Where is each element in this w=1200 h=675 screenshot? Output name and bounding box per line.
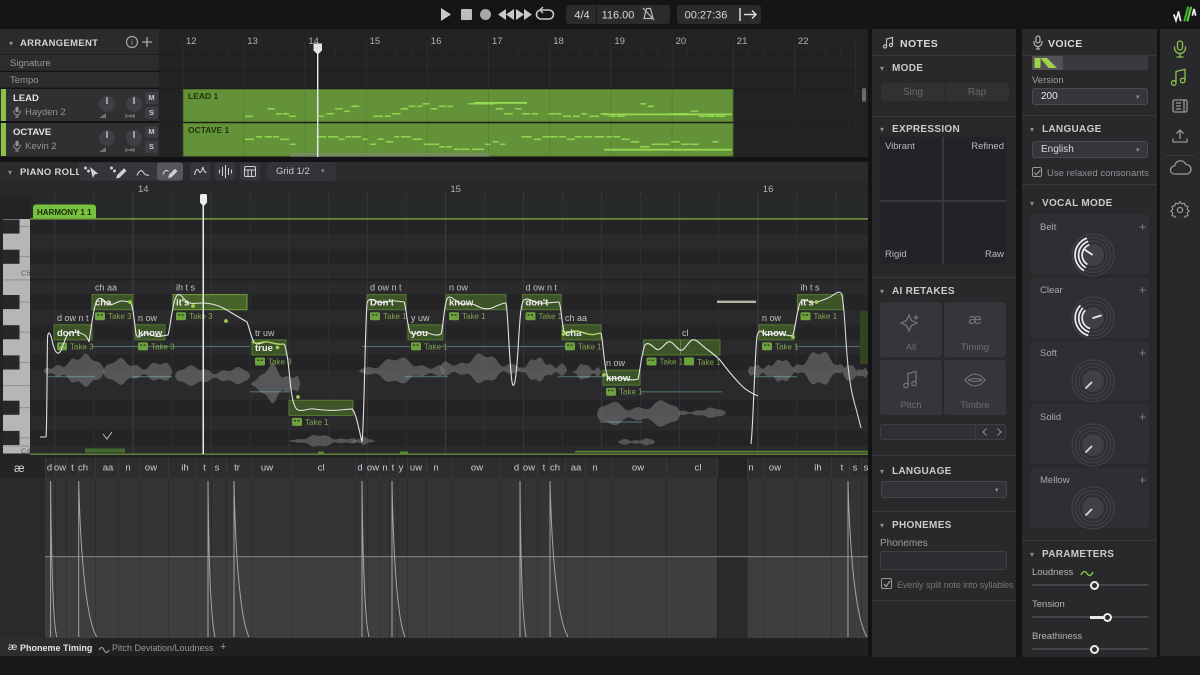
svg-text:Take 1: Take 1 [619,388,643,397]
svg-text:i: i [131,38,133,47]
svg-text:13: 13 [247,36,258,47]
svg-text:Take 1: Take 1 [697,358,721,367]
svg-text:22: 22 [798,36,809,47]
svg-text:uw: uw [410,463,422,474]
svg-text:Take 1: Take 1 [539,312,563,321]
svg-text:Take 3: Take 3 [108,312,132,321]
svg-text:17: 17 [492,36,503,47]
svg-text:n: n [433,463,438,474]
svg-text:n: n [125,463,130,474]
svg-text:Take 3: Take 3 [189,312,213,321]
svg-text:d: d [357,463,362,474]
svg-text:ch aa: ch aa [95,283,117,293]
svg-text:d ow n t: d ow n t [526,283,558,293]
svg-text:ih: ih [181,463,188,474]
svg-text:t: t [543,463,546,474]
svg-text:15: 15 [450,184,461,195]
svg-text:true: true [255,343,273,354]
svg-text:Take 1: Take 1 [578,342,602,351]
svg-text:19: 19 [614,36,625,47]
svg-text:cl: cl [695,463,702,474]
svg-text:00:27:36: 00:27:36 [685,10,728,22]
svg-text:14: 14 [138,184,149,195]
svg-text:n: n [382,463,387,474]
svg-text:16: 16 [431,36,442,47]
svg-text:16: 16 [763,184,774,195]
svg-text:ch aa: ch aa [565,313,587,323]
svg-text:Take 1: Take 1 [660,358,684,367]
svg-text:Take 1: Take 1 [383,312,407,321]
svg-text:Take 1: Take 1 [462,312,486,321]
svg-text:cl: cl [318,463,325,474]
svg-text:s: s [864,463,868,474]
svg-text:HARMONY 1 1: HARMONY 1 1 [37,208,92,217]
svg-text:n ow: n ow [606,358,626,368]
svg-text:t: t [841,463,844,474]
svg-text:Take 3: Take 3 [151,342,175,351]
svg-text:n ow: n ow [762,313,782,323]
svg-text:d: d [47,463,52,474]
svg-text:y: y [399,463,404,474]
svg-text:uw: uw [261,463,273,474]
svg-text:Take 1: Take 1 [424,342,448,351]
svg-text:it's: it's [801,298,814,309]
svg-text:n ow: n ow [138,313,158,323]
svg-text:s: s [853,463,858,474]
svg-text:ow: ow [523,463,535,474]
svg-text:ow: ow [632,463,644,474]
svg-text:n: n [592,463,597,474]
svg-text:t: t [71,463,74,474]
svg-text:d ow n t: d ow n t [57,313,89,323]
svg-text:116.00: 116.00 [602,10,635,22]
svg-text:Take 1: Take 1 [775,342,799,351]
svg-text:n ow: n ow [449,283,469,293]
svg-text:s: s [215,463,220,474]
svg-text:ow: ow [769,463,781,474]
svg-text:OCTAVE 1: OCTAVE 1 [188,125,230,135]
svg-text:tr: tr [234,463,240,474]
svg-text:d: d [514,463,519,474]
svg-text:ih t s: ih t s [176,283,196,293]
svg-text:tr uw: tr uw [255,328,275,338]
svg-text:n: n [748,463,753,474]
svg-text:12: 12 [186,36,197,47]
svg-text:it's: it's [176,298,189,309]
svg-text:20: 20 [676,36,687,47]
svg-text:Take 1: Take 1 [305,418,329,427]
svg-text:C5: C5 [21,268,31,277]
svg-text:ow: ow [54,463,66,474]
svg-text:cl: cl [682,328,689,338]
svg-text:18: 18 [553,36,564,47]
svg-text:ow: ow [471,463,483,474]
svg-text:ih t s: ih t s [801,283,821,293]
svg-text:y uw: y uw [411,313,430,323]
svg-text:ih: ih [814,463,821,474]
svg-text:t: t [392,463,395,474]
svg-text:ow: ow [145,463,157,474]
svg-text:Take 3: Take 3 [70,342,94,351]
svg-text:LEAD 1: LEAD 1 [188,91,219,101]
svg-text:æ: æ [14,461,25,475]
svg-text:ow: ow [367,463,379,474]
svg-text:know: know [138,328,163,339]
svg-text:ch: ch [550,463,560,474]
svg-text:d ow n t: d ow n t [370,283,402,293]
svg-text:t: t [203,463,206,474]
svg-text:you: you [411,328,428,339]
svg-text:ch: ch [78,463,88,474]
svg-text:aa: aa [103,463,114,474]
svg-text:Take 1: Take 1 [814,312,838,321]
svg-text:4/4: 4/4 [574,10,589,22]
svg-text:C4: C4 [21,447,31,456]
svg-text:know: know [449,298,474,309]
svg-text:Don't: Don't [370,298,395,309]
svg-text:aa: aa [571,463,582,474]
svg-text:21: 21 [737,36,748,47]
svg-text:15: 15 [370,36,381,47]
